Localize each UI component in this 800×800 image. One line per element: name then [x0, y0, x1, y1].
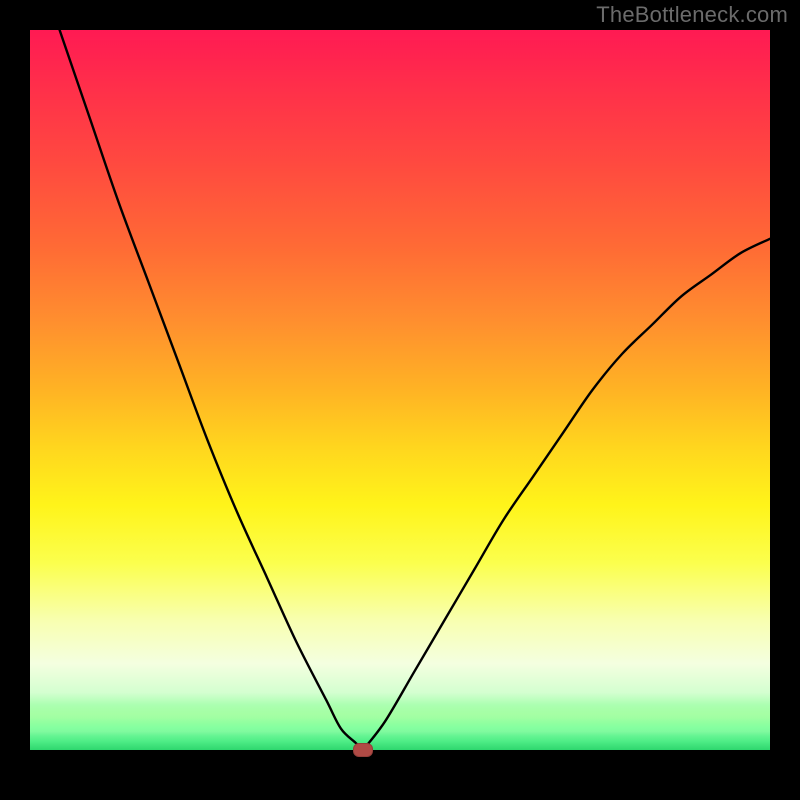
- watermark-text: TheBottleneck.com: [596, 2, 788, 28]
- bottleneck-minimum-marker: [353, 743, 373, 757]
- chart-frame: TheBottleneck.com: [0, 0, 800, 800]
- plot-area: [30, 30, 770, 750]
